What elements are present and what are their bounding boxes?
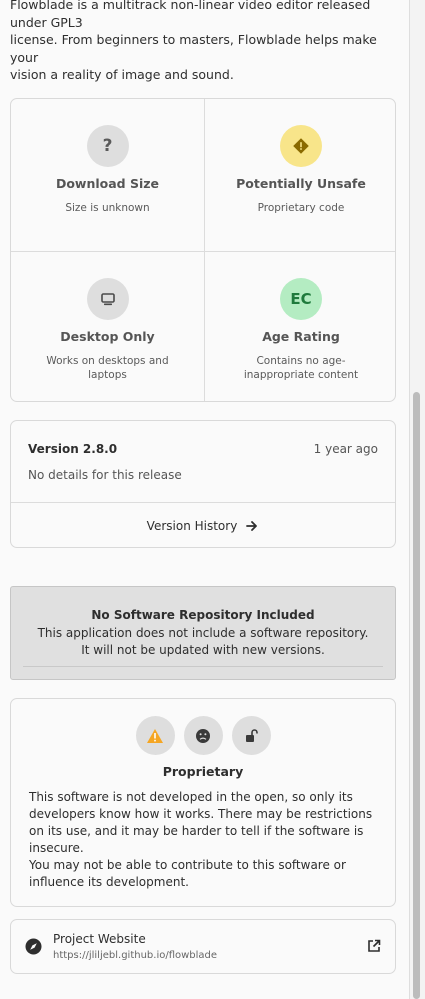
monitor-icon xyxy=(86,278,129,320)
repository-notice: No Software Repository Included This app… xyxy=(10,586,396,680)
tile-title: Download Size xyxy=(55,176,160,191)
app-description: Flowblade is a multitrack non-linear vid… xyxy=(10,0,402,84)
tile-title: Age Rating xyxy=(262,329,340,344)
tile-subtitle: Contains no age-inappropriate content xyxy=(243,355,359,381)
warning-diamond-icon xyxy=(280,125,322,167)
tile-subtitle: Size is unknown xyxy=(65,202,150,214)
description-line: Flowblade is a multitrack non-linear vid… xyxy=(10,0,371,30)
version-card: Version 2.8.0 1 year ago No details for … xyxy=(10,420,396,548)
tile-title: Potentially Unsafe xyxy=(236,176,366,191)
license-icons xyxy=(11,716,395,755)
tile-age-rating[interactable]: EC Age Rating Contains no age-inappropri… xyxy=(204,251,395,401)
unlocked-icon xyxy=(231,716,271,755)
license-paragraph: You may not be able to contribute to thi… xyxy=(29,858,346,889)
description-line: license. From beginners to masters, Flow… xyxy=(10,32,377,65)
tile-title: Desktop Only xyxy=(60,329,155,344)
tile-subtitle: Works on desktops and laptops xyxy=(46,355,169,381)
sad-face-icon xyxy=(183,716,223,755)
arrow-right-icon xyxy=(246,520,258,531)
compass-icon xyxy=(25,938,42,955)
repository-description: This application does not include a soft… xyxy=(37,626,369,657)
version-name: Version 2.8.0 xyxy=(28,442,118,456)
scrollbar-thumb[interactable] xyxy=(413,392,420,999)
app-details-scroll-area[interactable]: Flowblade is a multitrack non-linear vid… xyxy=(0,0,409,999)
tile-device-support[interactable]: Desktop Only Works on desktops and lapto… xyxy=(11,251,204,401)
project-website-link[interactable]: Project Website https://jliljebl.github.… xyxy=(10,919,396,974)
repository-title: No Software Repository Included xyxy=(91,608,315,622)
version-history-button[interactable]: Version History xyxy=(11,503,395,548)
version-history-label: Version History xyxy=(146,518,238,533)
external-link-icon xyxy=(368,939,381,952)
tile-safety[interactable]: Potentially Unsafe Proprietary code xyxy=(204,99,395,251)
description-line: vision a reality of image and sound. xyxy=(10,67,234,82)
divider xyxy=(23,666,383,667)
license-card: Proprietary This software is not develop… xyxy=(10,698,396,907)
warning-icon xyxy=(135,716,175,755)
license-title: Proprietary xyxy=(162,764,244,779)
age-rating-badge-icon: EC xyxy=(280,278,322,320)
version-details: No details for this release xyxy=(28,468,182,482)
website-title: Project Website xyxy=(53,932,146,946)
website-url: https://jliljebl.github.io/flowblade xyxy=(53,950,218,961)
context-tiles: ? Download Size Size is unknown Potentia… xyxy=(10,98,396,402)
version-date: 1 year ago xyxy=(313,442,378,456)
tile-download-size[interactable]: ? Download Size Size is unknown xyxy=(11,99,204,251)
question-icon: ? xyxy=(86,125,129,167)
license-paragraph: This software is not developed in the op… xyxy=(29,790,373,855)
tile-subtitle: Proprietary code xyxy=(257,202,345,214)
